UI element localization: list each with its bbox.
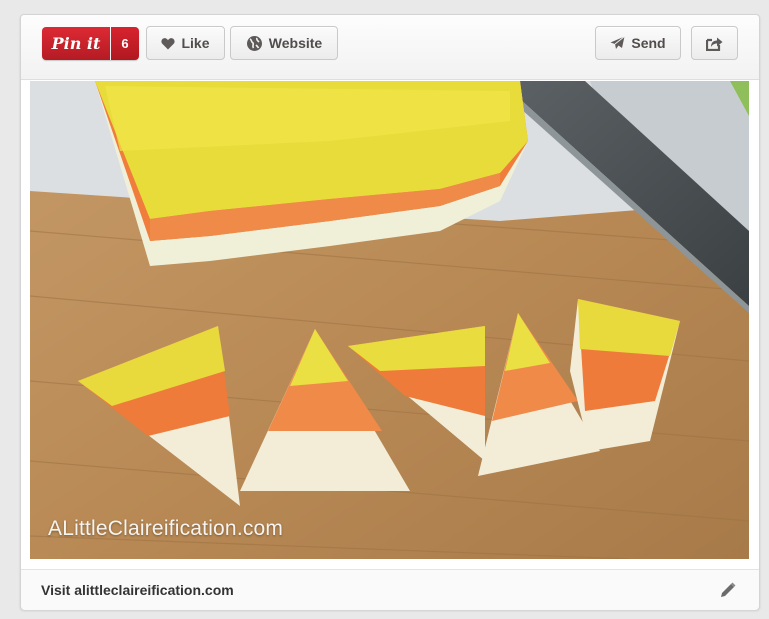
pin-it-button[interactable]: Pin it 6: [42, 27, 139, 60]
pencil-icon[interactable]: [719, 581, 737, 599]
pin-toolbar: Pin it 6 Like Website Send: [21, 15, 759, 80]
paper-plane-icon: [610, 36, 626, 49]
globe-icon: [246, 35, 262, 51]
like-button[interactable]: Like: [146, 26, 225, 60]
send-label: Send: [631, 35, 666, 51]
image-watermark: ALittleClaireification.com: [48, 517, 284, 540]
heart-icon: [161, 37, 176, 49]
like-label: Like: [181, 35, 210, 51]
pin-footer: Visit alittleclaireification.com: [21, 569, 759, 610]
candy-corn-fudge-photo: [30, 81, 749, 559]
send-button[interactable]: Send: [595, 26, 681, 60]
pin-card: Pin it 6 Like Website Send ALittleClaire…: [20, 14, 760, 610]
pin-count-badge: 6: [111, 27, 139, 60]
website-label: Website: [268, 35, 323, 51]
pin-image[interactable]: ALittleClaireification.com: [30, 81, 749, 559]
share-icon: [706, 37, 723, 51]
visit-site-link[interactable]: Visit alittleclaireification.com: [41, 582, 234, 598]
website-button[interactable]: Website: [230, 26, 338, 60]
share-button[interactable]: [691, 26, 738, 60]
pin-it-label: Pin it: [42, 27, 110, 60]
